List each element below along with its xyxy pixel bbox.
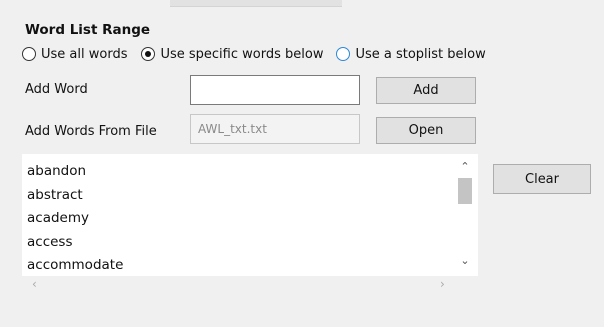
radio-use-stoplist[interactable]: Use a stoplist below [336,46,486,62]
list-item[interactable]: access [27,231,452,255]
clear-button-label: Clear [525,171,559,187]
list-item[interactable]: accommodate [27,254,452,276]
list-item[interactable]: academy [27,207,452,231]
range-radio-group: Use all words Use specific words below U… [22,44,486,64]
radio-label: Use a stoplist below [355,46,486,62]
word-listbox[interactable]: abandon abstract academy access accommod… [22,154,478,276]
vertical-scrollbar[interactable]: ⌃ ⌄ [454,154,476,276]
top-divider [170,0,342,7]
section-title: Word List Range [25,22,151,38]
list-item[interactable]: abandon [27,160,452,184]
open-button[interactable]: Open [376,117,476,144]
radio-selected-icon[interactable] [141,47,156,61]
open-button-label: Open [408,123,444,138]
add-word-label: Add Word [25,82,88,97]
chevron-right-icon[interactable]: › [440,277,445,291]
radio-use-specific-words[interactable]: Use specific words below [141,47,323,62]
add-word-input[interactable] [190,75,360,105]
radio-circle-icon[interactable] [22,47,36,61]
list-item[interactable]: abstract [27,184,452,208]
chevron-down-icon[interactable]: ⌄ [454,254,476,267]
chevron-left-icon[interactable]: ‹ [32,277,37,291]
add-button[interactable]: Add [376,77,476,104]
file-path-field: AWL_txt.txt [190,114,360,144]
chevron-up-icon[interactable]: ⌃ [454,160,476,173]
word-list-items: abandon abstract academy access accommod… [27,160,452,276]
radio-label: Use specific words below [160,46,324,62]
radio-use-all-words[interactable]: Use all words [22,47,127,62]
radio-label: Use all words [41,46,128,62]
add-from-file-label: Add Words From File [25,124,157,139]
horizontal-scrollbar[interactable]: ‹ › [22,276,478,296]
radio-circle-icon[interactable] [336,47,351,61]
clear-button[interactable]: Clear [493,164,591,194]
scroll-thumb[interactable] [458,178,472,204]
add-button-label: Add [413,83,439,98]
